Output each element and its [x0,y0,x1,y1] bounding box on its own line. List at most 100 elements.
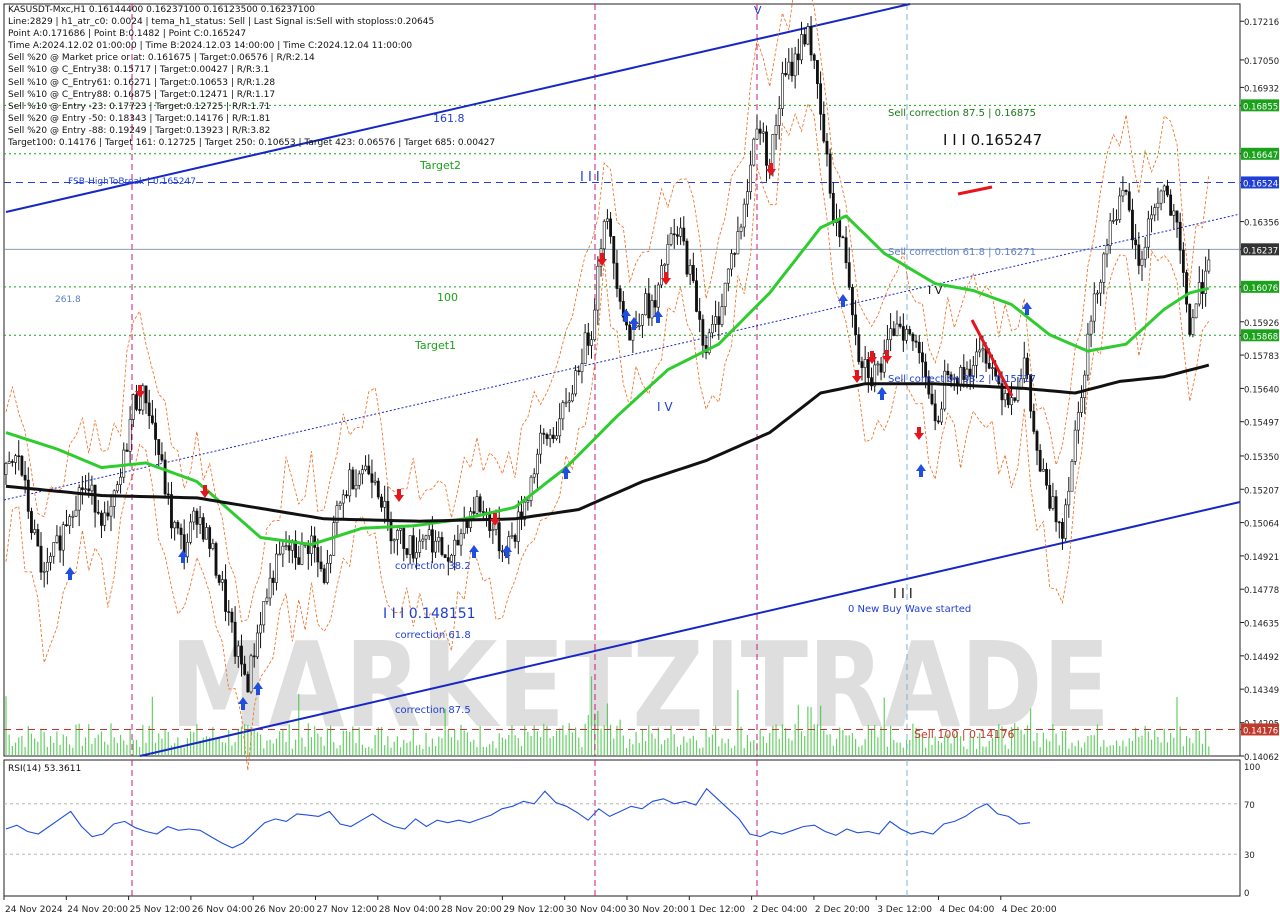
candle-body [672,233,676,236]
candle-body [58,535,62,551]
price-axis-label: 0.15207 [1244,486,1279,496]
candle-body [1127,191,1131,211]
candle-body [809,26,813,56]
chart-annotation-label: 0 New Buy Wave started [848,604,971,615]
candle-body [679,227,683,237]
candle-body [90,484,94,492]
candle-body [806,26,810,45]
candle-body [847,262,851,288]
candle-body [205,527,208,540]
price-axis-label: 0.17216 [1244,18,1279,28]
candle-body [345,494,348,497]
candle-body [1150,214,1153,220]
candle-body [440,537,444,555]
rsi-axis-label: 30 [1244,851,1255,861]
candle-body [100,512,103,526]
price-axis-label: 0.14062 [1244,753,1279,763]
candle-body [443,554,447,558]
time-axis-label: 25 Nov 12:00 [130,905,191,915]
candle-body [437,537,441,542]
candle-body [195,510,199,525]
candle-body [240,645,243,665]
chart-annotation-label: Sell 100 | 0.14176 [914,728,1015,741]
candle-body [1188,303,1192,335]
candle-body [895,323,899,336]
candle-body [61,524,65,551]
candle-body [1038,450,1042,472]
candle-body [135,394,138,410]
candle-body [1003,393,1007,401]
candle-body [475,496,479,514]
info-line: Time A:2024.12.02 01:00:00 | Time B:2024… [8,41,413,52]
candle-body [424,535,428,540]
candle-body [300,544,304,565]
candle-body [854,314,858,335]
candle-body [80,487,84,490]
candle-body [1035,431,1039,451]
time-axis-label: 29 Nov 12:00 [503,905,564,915]
candle-body [491,529,495,531]
chart-annotation-label: I I I [580,170,600,185]
candle-body [77,487,81,511]
candle-body [119,476,122,485]
candle-body [781,73,784,109]
candle-body [1115,219,1118,221]
candle-body [71,515,75,518]
time-axis-label: 4 Dec 04:00 [940,905,995,915]
candle-body [211,543,215,549]
candle-body [259,624,262,634]
candle-body [876,363,880,366]
candle-body [1045,468,1048,486]
price-axis-label: 0.15868 [1243,332,1278,342]
candle-body [141,385,145,411]
candle-body [1041,468,1045,472]
candle-body [338,502,342,506]
candle-body [1013,397,1017,401]
info-line: Sell %20 @ Market price or at: 0.161675 … [8,53,315,64]
candle-body [892,328,896,336]
candle-body [236,645,240,657]
candle-body [978,349,982,353]
candle-body [564,401,568,404]
candle-body [150,415,154,424]
chart-annotation-label: I I I [893,587,913,602]
rsi-axis-label: 70 [1244,801,1255,811]
candle-body [373,480,377,483]
candle-body [488,513,492,531]
candle-body [268,577,272,599]
candle-body [246,674,250,693]
candle-body [154,422,157,440]
candle-body [800,34,803,61]
candle-body [981,348,985,351]
candle-body [1146,218,1150,248]
price-axis-label: 0.14492 [1244,653,1279,663]
price-axis-label: 0.15497 [1244,419,1279,429]
candle-body [574,370,578,395]
candle-body [115,484,119,492]
candle-body [1006,393,1010,406]
candle-body [217,575,221,583]
candle-body [1108,220,1112,246]
candle-body [1089,320,1093,335]
candle-body [1051,496,1055,509]
candle-body [84,488,87,491]
price-axis-label: 0.16237 [1243,246,1278,256]
candle-body [720,306,724,325]
chart-annotation-label: I V [928,284,943,297]
candle-body [421,538,425,542]
candle-body [399,528,402,531]
price-axis-label: 0.16932 [1244,84,1279,94]
candle-body [545,434,549,439]
candle-body [138,409,142,411]
candle-body [1083,374,1087,398]
candle-body [192,510,196,523]
candle-body [1137,244,1141,266]
candle-body [1118,195,1122,220]
candle-body [542,432,546,435]
candle-body [351,469,355,490]
candle-body [389,519,393,542]
candle-body [55,535,59,543]
candle-body [30,511,33,534]
candle-body [427,529,431,537]
candle-body [262,601,266,626]
